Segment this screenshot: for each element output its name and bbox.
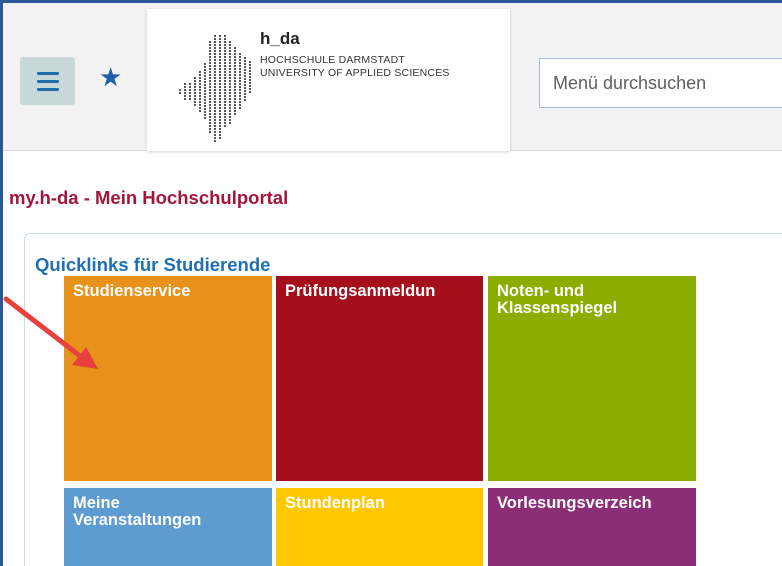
tile-vorlesungsverzeichnis[interactable]: Vorlesungsverzeich	[488, 488, 696, 566]
logo-subtitle-line1: HOCHSCHULE DARMSTADT	[260, 54, 405, 66]
tile-label: Vorlesungsverzeich	[497, 494, 652, 512]
tile-label: Prüfungsanmeldun	[285, 282, 436, 300]
tile-label: Stundenplan	[285, 494, 385, 512]
logo-title: h_da	[260, 29, 300, 48]
tile-noten-klassenspiegel[interactable]: Noten- und Klassenspiegel	[488, 276, 696, 481]
hamburger-menu-button[interactable]	[20, 57, 75, 105]
hda-logo-mark-icon	[179, 35, 251, 142]
tile-stundenplan[interactable]: Stundenplan	[276, 488, 483, 566]
portal-title: my.h-da - Mein Hochschulportal	[9, 187, 289, 208]
logo-subtitle-line2: UNIVERSITY OF APPLIED SCIENCES	[260, 67, 450, 79]
menu-search-input[interactable]	[539, 58, 782, 108]
hda-logo[interactable]: h_da HOCHSCHULE DARMSTADT UNIVERSITY OF …	[147, 9, 510, 151]
tile-label: Meine Veranstaltungen	[73, 494, 202, 529]
logo-subtitle: HOCHSCHULE DARMSTADT UNIVERSITY OF APPLI…	[260, 54, 450, 80]
red-arrow-icon	[3, 296, 98, 369]
tile-meine-veranstaltungen[interactable]: Meine Veranstaltungen	[64, 488, 272, 566]
hamburger-menu-icon	[36, 71, 59, 75]
top-header: ★ h_da HOCHSCHULE DARMSTADT UNIVERSITY O…	[3, 3, 782, 151]
tile-label: Noten- und Klassenspiegel	[497, 282, 618, 317]
favorites-star-icon[interactable]: ★	[99, 63, 122, 93]
quicklinks-title: Quicklinks für Studierende	[35, 254, 271, 275]
tile-pruefungsanmeldung[interactable]: Prüfungsanmeldun	[276, 276, 483, 481]
